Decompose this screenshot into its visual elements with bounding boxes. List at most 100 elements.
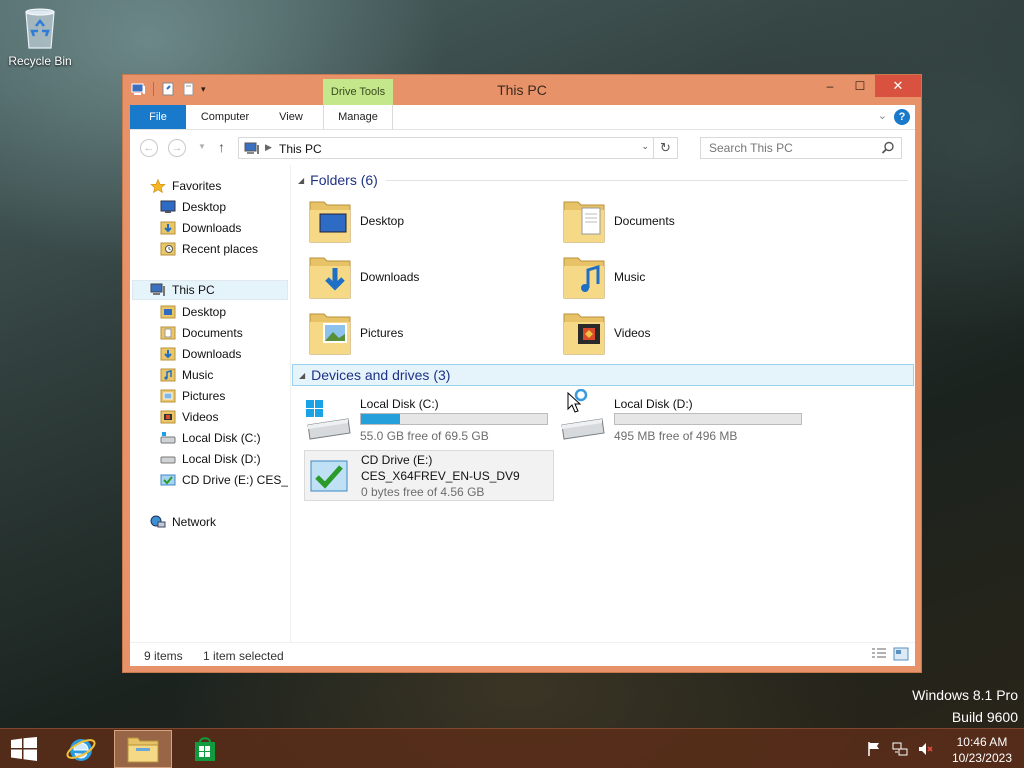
nav-pc-videos[interactable]: Videos [160, 407, 218, 427]
nav-favorites[interactable]: Favorites [150, 176, 221, 196]
help-button[interactable]: ? [894, 109, 910, 125]
up-button[interactable]: ↑ [218, 139, 225, 155]
status-bar: 9 items 1 item selected [130, 642, 915, 666]
nav-network[interactable]: Network [150, 512, 216, 532]
nav-pc-desktop[interactable]: Desktop [160, 302, 226, 322]
desktop-folder-icon [308, 196, 354, 246]
folder-tile-music[interactable]: Music [562, 251, 802, 303]
drive-free-space: 0 bytes free of 4.56 GB [361, 485, 485, 499]
recent-places-icon [160, 242, 176, 256]
taskbar-file-explorer[interactable] [114, 730, 172, 768]
breadcrumb-this-pc[interactable]: This PC [279, 142, 322, 156]
action-center-flag-icon[interactable] [866, 741, 882, 757]
pictures-folder-icon [160, 389, 176, 403]
drive-name: Local Disk (D:) [614, 397, 693, 411]
maximize-button[interactable]: ☐ [845, 75, 875, 97]
nav-label: Local Disk (C:) [182, 431, 261, 445]
group-header-folders[interactable]: ◢ Folders (6) [292, 169, 914, 191]
window-title: This PC [497, 82, 547, 98]
nav-pc-downloads[interactable]: Downloads [160, 344, 241, 364]
cd-drive-icon [160, 474, 176, 486]
folder-name: Desktop [360, 214, 405, 228]
tab-file[interactable]: File [130, 105, 186, 129]
close-button[interactable]: ✕ [875, 75, 921, 97]
taskbar-clock[interactable]: 10:46 AM 10/23/2023 [952, 734, 1012, 766]
group-title: Folders (6) [310, 172, 378, 188]
watermark-edition: Windows 8.1 Pro [912, 687, 1018, 703]
documents-folder-icon [562, 196, 608, 246]
music-folder-icon [160, 368, 176, 382]
drive-tile-local-disk-d[interactable]: Local Disk (D:) 495 MB free of 496 MB [558, 395, 808, 447]
tab-manage[interactable]: Manage [323, 105, 393, 129]
documents-folder-icon [160, 326, 176, 340]
recent-locations-icon[interactable]: ▼ [198, 142, 206, 151]
nav-pc-local-disk-d[interactable]: Local Disk (D:) [160, 449, 261, 469]
taskbar-internet-explorer[interactable] [52, 730, 110, 768]
nav-pc-documents[interactable]: Documents [160, 323, 243, 343]
drive-usage-bar [614, 413, 802, 425]
title-bar[interactable]: ▾ Drive Tools This PC ‒ ☐ ✕ [123, 75, 921, 105]
details-view-icon[interactable] [871, 647, 887, 661]
system-drive-icon [304, 399, 354, 443]
group-header-devices[interactable]: ◢ Devices and drives (3) [292, 364, 914, 386]
windows-store-icon [195, 737, 215, 761]
music-folder-icon [562, 252, 608, 302]
dvd-drive-icon [305, 455, 355, 499]
nav-favorites-label: Favorites [172, 179, 222, 193]
taskbar-store[interactable] [176, 730, 234, 768]
network-status-icon[interactable] [892, 741, 908, 757]
folder-tile-videos[interactable]: Videos [562, 307, 802, 359]
nav-pc-cd-drive-e[interactable]: CD Drive (E:) CES_X6 [160, 470, 288, 490]
search-icon[interactable] [881, 141, 895, 155]
folder-name: Downloads [360, 270, 420, 284]
search-box[interactable] [700, 137, 902, 159]
tab-view[interactable]: View [266, 105, 316, 129]
recycle-bin-shortcut[interactable]: Recycle Bin [4, 6, 76, 68]
nav-pc-local-disk-c[interactable]: Local Disk (C:) [160, 428, 261, 448]
drive-free-space: 55.0 GB free of 69.5 GB [360, 429, 489, 443]
group-divider [385, 179, 908, 181]
forward-button[interactable]: → [168, 139, 186, 157]
folder-tile-pictures[interactable]: Pictures [308, 307, 548, 359]
nav-favorites-downloads[interactable]: Downloads [160, 218, 241, 238]
navigation-pane: Favorites Desktop Downloads Recent place… [130, 165, 288, 642]
collapse-group-icon[interactable]: ◢ [299, 371, 305, 380]
back-button[interactable]: ← [140, 139, 158, 157]
nav-favorites-recent-places[interactable]: Recent places [160, 239, 258, 259]
search-input[interactable] [701, 138, 871, 158]
folder-tile-documents[interactable]: Documents [562, 195, 802, 247]
breadcrumb-arrow-icon[interactable]: ▶ [265, 142, 272, 153]
file-explorer-icon [127, 737, 159, 763]
nav-pc-music[interactable]: Music [160, 365, 213, 385]
large-icons-view-icon[interactable] [893, 647, 909, 661]
network-icon [150, 515, 166, 528]
start-button-icon[interactable] [10, 737, 38, 761]
pane-divider[interactable] [290, 165, 291, 642]
nav-this-pc[interactable]: This PC [132, 280, 288, 300]
minimize-button[interactable]: ‒ [815, 75, 845, 97]
videos-folder-icon [160, 410, 176, 424]
item-count: 9 items [144, 649, 183, 663]
nav-favorites-desktop[interactable]: Desktop [160, 197, 226, 217]
downloads-icon [160, 221, 176, 235]
explorer-window: ▾ Drive Tools This PC ‒ ☐ ✕ File Compute… [122, 74, 922, 673]
desktop-folder-icon [160, 305, 176, 319]
tab-computer[interactable]: Computer [192, 105, 258, 129]
address-bar[interactable]: ▶ This PC ⌄ ↻ [238, 137, 678, 159]
refresh-button[interactable]: ↻ [653, 138, 677, 158]
folder-tile-desktop[interactable]: Desktop [308, 195, 548, 247]
ribbon-tabs: File Computer View Manage ⌄ ? [130, 105, 915, 129]
nav-label: Desktop [182, 200, 227, 214]
expand-ribbon-icon[interactable]: ⌄ [878, 109, 887, 122]
collapse-group-icon[interactable]: ◢ [298, 176, 304, 185]
drive-usage-fill [361, 414, 401, 424]
desktop-icon [160, 200, 176, 213]
nav-pc-pictures[interactable]: Pictures [160, 386, 225, 406]
drive-tile-cd-drive-e[interactable]: CD Drive (E:) CES_X64FREV_EN-US_DV9 0 by… [304, 450, 554, 501]
volume-muted-icon[interactable] [918, 741, 934, 757]
nav-label: Recent places [182, 242, 259, 256]
folder-tile-downloads[interactable]: Downloads [308, 251, 548, 303]
address-history-icon[interactable]: ⌄ [641, 141, 649, 152]
drive-tile-local-disk-c[interactable]: Local Disk (C:) 55.0 GB free of 69.5 GB [304, 395, 554, 447]
hard-drive-icon [160, 456, 176, 464]
